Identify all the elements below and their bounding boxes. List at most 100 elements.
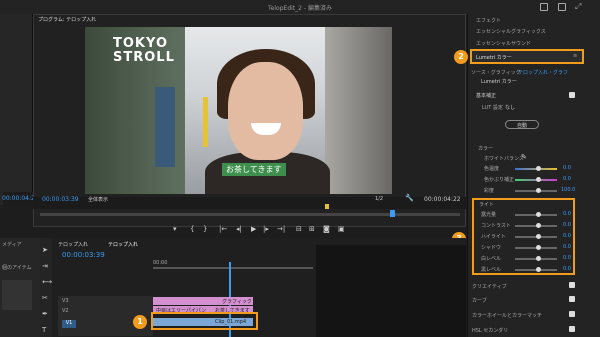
ripple-edit-icon[interactable]: ⟷ [42,278,52,286]
light-row-label: 白レベル [481,256,502,262]
basic-correction[interactable]: 基本補正 [476,92,496,99]
color-row-value[interactable]: 0.0 [563,176,571,182]
video-logo: TOKYO STROLL [113,36,175,65]
ruler[interactable] [153,267,313,269]
audio-meters [316,245,466,337]
color-row-label: 彩度 [484,188,495,194]
ruler-start: 00:00 [153,260,168,266]
track-v1[interactable]: V1 [62,320,76,328]
wb-label: ホワイトバランス [484,156,524,162]
yellow-pole [203,97,208,147]
light-row-label: 露光量 [481,212,497,218]
out-point-icon[interactable]: } [203,225,207,233]
eyedropper-icon[interactable]: ✎ [521,153,527,161]
section-hsl[interactable]: HSL セカンダリ [472,327,508,334]
track-v2[interactable]: V2 [62,308,69,314]
go-to-in-icon[interactable]: |← [219,225,227,233]
whites-knob[interactable] [536,256,541,261]
light-row-value[interactable]: 0.0 [563,222,571,228]
color-row-label: 色温度 [484,166,500,172]
lift-icon[interactable]: ⊟ [296,225,302,233]
light-row-value[interactable]: 0.0 [563,211,571,217]
building-right [325,27,392,194]
source-panel [0,14,33,205]
play-icon[interactable]: ▶ [251,225,256,233]
color-row-value[interactable]: 0.0 [563,165,571,171]
extract-icon[interactable]: ⊞ [309,225,315,233]
export-icon[interactable] [540,3,548,11]
go-to-out-icon[interactable]: →| [277,225,285,233]
shadows-knob[interactable] [536,245,541,250]
in-point-icon[interactable]: { [190,225,194,233]
clip-selection-highlight [151,312,258,330]
blacks-knob[interactable] [536,267,541,272]
step-back-icon[interactable]: ◂| [236,225,242,233]
wheels-checkbox[interactable] [569,311,575,317]
program-timecode: 00:00:03:39 [42,196,79,203]
track-select-icon[interactable]: ⇥ [42,262,48,270]
playhead[interactable] [390,210,395,217]
hsl-checkbox[interactable] [569,326,575,332]
wrench-icon[interactable]: 🔧 [405,194,414,202]
source-clip[interactable]: テロップ入れ・グラフ [518,69,568,76]
panel-effects[interactable]: エフェクト [476,17,501,24]
program-duration: 00:00:04:22 [424,196,461,203]
lumetri-color-tab[interactable]: Lumetri カラー [470,49,584,64]
resolution-dropdown[interactable]: 1/2 [375,196,383,202]
panel-essential-sound[interactable]: エッセンシャルサウンド [476,40,531,47]
exposure-knob[interactable] [536,212,541,217]
fit-dropdown[interactable]: 全体表示 [88,196,108,203]
tint-knob[interactable] [536,177,541,182]
light-row-label: 黒レベル [481,267,502,273]
badge-1: 1 [133,315,147,329]
light-row-label: コントラスト [481,223,511,229]
marker [325,204,329,209]
light-header[interactable]: ライト [479,201,494,208]
color-header[interactable]: カラー [478,145,493,152]
lut-select[interactable]: なし [505,104,515,111]
light-row-value[interactable]: 0.0 [563,255,571,261]
bin-label[interactable]: メディア [2,241,22,248]
highlights-knob[interactable] [536,234,541,239]
vending-machine [155,87,175,167]
bin-count: 個のアイテム [2,265,32,271]
scrubber-track[interactable] [40,213,460,216]
contrast-knob[interactable] [536,223,541,228]
text-tool-icon[interactable]: T [42,326,46,334]
basic-correction-checkbox[interactable] [569,92,575,98]
person-face [228,62,303,160]
color-row-value[interactable]: 100.0 [561,187,575,193]
camera-icon[interactable]: ◙ [323,225,330,233]
saturation-knob[interactable] [536,188,541,193]
share-icon[interactable] [558,3,566,11]
pen-icon[interactable]: ✒ [42,310,48,318]
section-curves[interactable]: カーブ [472,297,487,304]
timeline-timecode[interactable]: 00:00:03:39 [62,251,105,259]
light-row-value[interactable]: 0.0 [563,244,571,250]
selection-tool-icon[interactable]: ➤ [42,246,48,254]
creative-checkbox[interactable] [569,282,575,288]
track-v3[interactable]: V3 [62,298,69,304]
timeline-tab-b[interactable]: テロップ入れ [108,241,138,248]
razor-icon[interactable]: ✂ [42,294,48,302]
panel-essential-graphics[interactable]: エッセンシャルグラフィックス [476,28,546,35]
color-row-label: 色かぶり補正 [484,177,515,183]
step-forward-icon[interactable]: |▸ [263,225,269,233]
light-row-label: シャドウ [481,245,502,251]
fullscreen-icon[interactable]: ⤢ [575,2,581,12]
light-row-value[interactable]: 0.0 [563,266,571,272]
bin-thumbnail[interactable] [2,280,32,310]
menu-icon[interactable]: ≡ [573,53,577,59]
source-master[interactable]: ソース・グラフィック [471,69,521,76]
compare-icon[interactable]: ▣ [338,225,345,233]
temp-knob[interactable] [536,166,541,171]
marker-icon[interactable]: ▾ [173,225,177,233]
lumetri-sub: Lumetri カラー [481,79,517,85]
light-row-value[interactable]: 0.0 [563,233,571,239]
timeline-tab-a[interactable]: テロップ入れ [58,241,88,248]
light-row-label: ハイライト [481,234,506,240]
section-wheels[interactable]: カラーホイールとカラーマッチ [472,312,542,319]
section-creative[interactable]: クリエイティブ [472,283,507,290]
curves-checkbox[interactable] [569,296,575,302]
program-tab[interactable]: プログラム: テロップ入れ [38,16,96,23]
